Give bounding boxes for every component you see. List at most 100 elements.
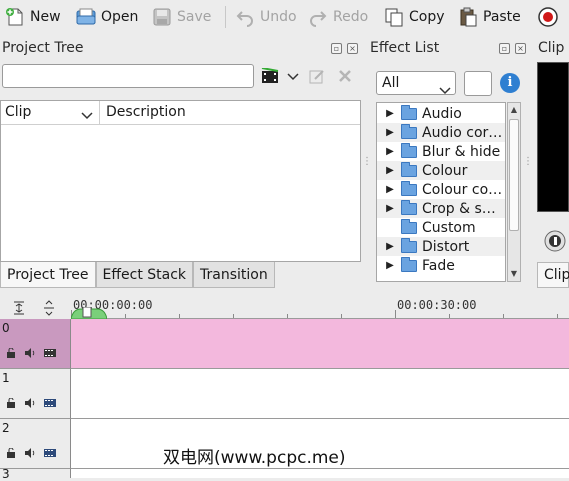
scroll-thumb[interactable]	[509, 119, 519, 231]
float-dock-icon[interactable]: ▫	[499, 43, 510, 54]
list-item[interactable]: ▶ Audio cor…	[377, 123, 505, 142]
list-item[interactable]: ▶ Blur & hide	[377, 142, 505, 161]
lock-icon[interactable]	[6, 446, 16, 462]
collapse-tracks-icon[interactable]	[12, 300, 26, 320]
lock-icon[interactable]	[6, 396, 16, 412]
folder-icon	[401, 104, 417, 120]
track-header[interactable]: 3	[0, 467, 71, 481]
effect-filter-select[interactable]: All	[376, 71, 456, 95]
info-icon[interactable]: i	[500, 73, 520, 93]
track-lane[interactable]	[71, 369, 569, 419]
expand-arrow-icon[interactable]: ▶	[383, 260, 397, 271]
tab-clip-monitor[interactable]: Clip	[537, 262, 569, 288]
expand-arrow-icon[interactable]: ▶	[383, 146, 397, 157]
clip-type-icon[interactable]	[261, 67, 279, 88]
effect-category-label: Colour co…	[422, 181, 503, 198]
delete-icon[interactable]	[337, 68, 353, 88]
column-description[interactable]: Description	[106, 104, 186, 120]
timeline-ruler[interactable]: 00:00:00:00 00:00:30:00	[71, 295, 569, 319]
close-dock-icon[interactable]: ×	[515, 43, 526, 54]
track-controls	[6, 396, 56, 412]
record-button[interactable]	[537, 4, 559, 30]
project-tree-view[interactable]: Clip Description	[0, 100, 361, 262]
track-number: 2	[2, 421, 10, 435]
expand-arrow-icon[interactable]: ▶	[383, 127, 397, 138]
ruler-tick	[179, 314, 180, 318]
splitter-handle[interactable]: ⋮	[523, 157, 533, 167]
expand-arrow-icon[interactable]: ▶	[383, 165, 397, 176]
float-dock-icon[interactable]: ▫	[331, 43, 342, 54]
project-tree-title: Project Tree	[2, 40, 84, 56]
ruler-label: 00:00:30:00	[397, 298, 477, 312]
undo-button[interactable]: Undo	[234, 4, 297, 30]
copy-button[interactable]: Copy	[383, 4, 445, 30]
tab-transition[interactable]: Transition	[193, 262, 275, 288]
folder-icon	[401, 142, 417, 158]
tab-project-tree[interactable]: Project Tree	[0, 262, 96, 288]
folder-icon	[401, 218, 417, 234]
clip-monitor-title: Clip M	[538, 40, 569, 56]
effect-category-label: Distort	[422, 238, 470, 255]
tab-effect-stack[interactable]: Effect Stack	[95, 262, 194, 288]
column-divider	[99, 101, 100, 124]
list-item[interactable]: ▶ Crop & s…	[377, 199, 505, 218]
lock-icon[interactable]	[6, 346, 16, 362]
list-item[interactable]: ▶ Distort	[377, 237, 505, 256]
scroll-down-icon[interactable]: ▼	[508, 267, 520, 281]
new-button[interactable]: New	[4, 4, 61, 30]
main-toolbar: New Open Save Undo Redo Copy Paste	[0, 0, 569, 34]
effect-list-view[interactable]: ▶ Audio ▶ Audio cor… ▶ Blur & hide ▶ Colour …	[376, 102, 506, 282]
paste-icon	[457, 6, 479, 28]
monitor-control-icon[interactable]	[543, 229, 567, 257]
ruler-tick	[125, 314, 126, 318]
sort-chevron-icon[interactable]	[81, 108, 93, 124]
expand-arrow-icon[interactable]: ▶	[383, 203, 397, 214]
effect-category-label: Fade	[422, 257, 455, 274]
open-icon	[75, 6, 97, 28]
project-search-input[interactable]	[2, 64, 254, 88]
edit-icon[interactable]	[309, 68, 325, 88]
effect-category-label: Audio cor…	[422, 124, 503, 141]
list-item[interactable]: ▶ Audio	[377, 104, 505, 123]
track-header[interactable]: 0	[0, 319, 71, 369]
save-button[interactable]: Save	[151, 4, 211, 30]
track-number: 0	[2, 321, 10, 335]
scroll-up-icon[interactable]: ▲	[508, 103, 520, 117]
splitter-handle[interactable]: ⋮	[362, 157, 372, 167]
open-button[interactable]: Open	[75, 4, 138, 30]
expand-arrow-icon[interactable]: ▶	[383, 108, 397, 119]
column-clip[interactable]: Clip	[5, 104, 31, 120]
copy-icon	[383, 6, 405, 28]
film-icon[interactable]	[44, 346, 56, 362]
paste-button[interactable]: Paste	[457, 4, 521, 30]
effect-list-scrollbar[interactable]: ▲ ▼	[507, 102, 521, 282]
speaker-icon[interactable]	[24, 446, 36, 462]
film-icon[interactable]	[44, 396, 56, 412]
close-dock-icon[interactable]: ×	[347, 43, 358, 54]
track-lane[interactable]	[71, 319, 569, 369]
redo-button[interactable]: Redo	[307, 4, 368, 30]
list-item[interactable]: Custom	[377, 218, 505, 237]
speaker-icon[interactable]	[24, 346, 36, 362]
ruler-tick	[341, 314, 342, 318]
record-icon	[537, 6, 559, 28]
list-item[interactable]: ▶ Colour co…	[377, 180, 505, 199]
effect-search-input[interactable]	[464, 71, 492, 96]
folder-icon	[401, 256, 417, 272]
film-icon[interactable]	[44, 446, 56, 462]
track-header[interactable]: 2	[0, 419, 71, 469]
dock-tabs: Project Tree Effect Stack Transition	[0, 262, 275, 288]
clip-monitor-screen[interactable]	[537, 62, 569, 212]
expand-tracks-icon[interactable]	[42, 300, 56, 320]
ruler-tick	[557, 314, 558, 318]
track-header[interactable]: 1	[0, 369, 71, 419]
list-item[interactable]: ▶ Colour	[377, 161, 505, 180]
expand-arrow-icon[interactable]: ▶	[383, 241, 397, 252]
list-item[interactable]: ▶ Fade	[377, 256, 505, 275]
ruler-tick	[233, 314, 234, 318]
copy-label: Copy	[409, 9, 445, 25]
track-lane[interactable]	[71, 469, 569, 478]
speaker-icon[interactable]	[24, 396, 36, 412]
expand-arrow-icon[interactable]: ▶	[383, 184, 397, 195]
chevron-down-icon[interactable]	[287, 70, 299, 86]
